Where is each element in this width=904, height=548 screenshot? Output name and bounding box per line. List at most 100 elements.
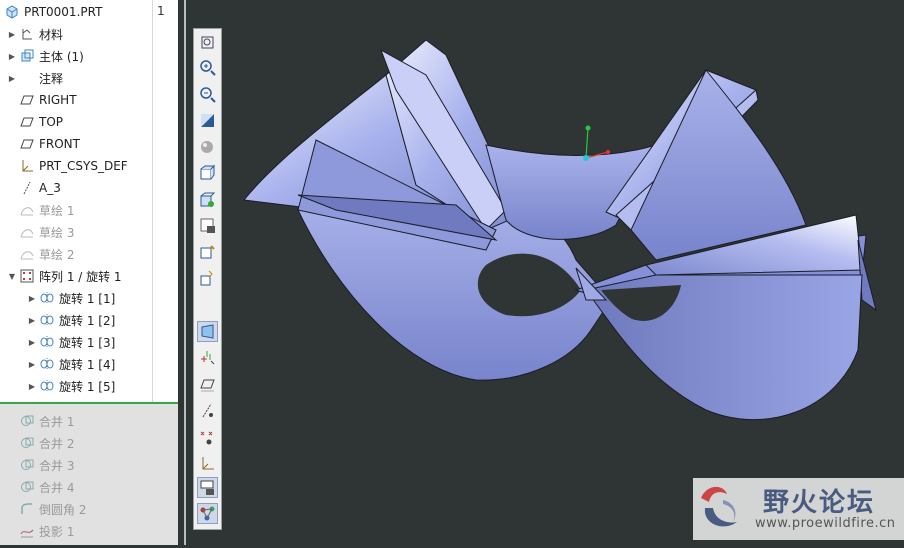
tree-item-label: 合并 2 (39, 436, 75, 451)
tree-item[interactable]: ▼ 阵列 1 / 旋转 1 (8, 265, 122, 287)
inactive-tree-item[interactable]: 合并 3 (8, 454, 74, 476)
tree-root-label: PRT0001.PRT (24, 5, 103, 19)
model-display-button[interactable] (197, 503, 218, 524)
appearance-icon (201, 141, 213, 153)
perspective-icon (201, 324, 214, 339)
tree-item[interactable]: ▶ 旋转 1 [4] (28, 353, 115, 375)
pattern-icon (19, 269, 35, 283)
tree-item[interactable]: ▶ 旋转 1 [1] (28, 287, 115, 309)
zoom-in-button[interactable] (197, 57, 218, 78)
tree-item-label: 草绘 1 (39, 203, 75, 218)
view-manager-icon (200, 218, 215, 233)
point-display-button[interactable] (197, 427, 218, 448)
merge-icon (19, 480, 35, 494)
round-icon (19, 502, 35, 516)
display-style-button[interactable] (197, 162, 218, 183)
inactive-tree-item[interactable]: 合并 4 (8, 476, 74, 498)
named-view-button[interactable] (197, 242, 218, 263)
inactive-tree-item[interactable]: 合并 2 (8, 432, 74, 454)
tree-item[interactable]: 草绘 3 (8, 221, 74, 243)
watermark-url: www.proewildfire.cn (755, 516, 896, 531)
tree-item[interactable]: FRONT (8, 133, 80, 155)
tree-column-header[interactable]: 1 (157, 4, 165, 18)
spin-center-button[interactable] (197, 347, 218, 368)
refit-button[interactable] (197, 32, 218, 53)
spin-center-icon (201, 351, 215, 365)
axis-display-icon (202, 403, 213, 418)
view-manager-button[interactable] (197, 215, 218, 236)
saved-views-icon (200, 192, 216, 207)
model-surface-render (243, 39, 877, 421)
graphics-viewport[interactable] (186, 0, 904, 545)
plane-display-button[interactable] (197, 374, 218, 395)
tree-column-divider (152, 0, 153, 402)
expand-caret-icon[interactable]: ▶ (28, 294, 36, 303)
tree-item[interactable]: 草绘 1 (8, 199, 74, 221)
annotation-display-icon (200, 480, 214, 495)
zoom-in-icon (200, 60, 216, 76)
sketch-icon (19, 247, 35, 261)
tree-item[interactable]: ▶ 旋转 1 [2] (28, 309, 115, 331)
expand-caret-icon[interactable]: ▶ (8, 74, 16, 83)
tree-item[interactable]: ▶ 旋转 1 [3] (28, 331, 115, 353)
csys-display-button[interactable] (197, 453, 218, 474)
tree-root[interactable]: PRT0001.PRT (4, 1, 102, 23)
sketch-icon (19, 203, 35, 217)
tree-item[interactable]: ▶ 旋转 1 [5] (28, 375, 115, 397)
tree-item[interactable]: ▶ 主体 (1) (8, 45, 84, 67)
expand-caret-icon[interactable]: ▶ (8, 30, 16, 39)
repaint-icon (201, 114, 214, 127)
annotation-display-button[interactable] (197, 477, 218, 498)
inactive-tree-item[interactable]: 倒圆角 2 (8, 498, 86, 520)
perspective-button[interactable] (197, 321, 218, 342)
tree-item-label: 阵列 1 / 旋转 1 (39, 269, 122, 284)
expand-caret-icon[interactable]: ▶ (28, 338, 36, 347)
zoom-out-icon (200, 87, 216, 103)
refit-icon (201, 36, 214, 49)
datum-plane-icon (19, 137, 35, 151)
saved-views-button[interactable] (197, 189, 218, 210)
tree-item-label: 倒圆角 2 (39, 502, 87, 517)
reorient-button[interactable] (197, 268, 218, 289)
appearance-button[interactable] (197, 136, 218, 157)
part-icon (4, 5, 20, 19)
model-tree-panel: PRT0001.PRT 1 ▶ 材料 ▶ 主体 (1) ▶ 注释 RIGHT TOP FRONT… (0, 0, 178, 545)
tree-item[interactable]: TOP (8, 111, 63, 133)
expand-caret-icon[interactable]: ▶ (8, 52, 16, 61)
display-style-icon (200, 164, 216, 180)
tree-item-label: 旋转 1 [4] (59, 357, 116, 372)
tree-item[interactable]: 草绘 2 (8, 243, 74, 265)
tree-item-label: 旋转 1 [2] (59, 313, 116, 328)
tree-item-label: RIGHT (39, 93, 77, 107)
tree-item[interactable]: A_3 (8, 177, 61, 199)
expand-caret-icon[interactable]: ▶ (28, 382, 36, 391)
reorient-icon (200, 270, 213, 286)
datum-axis-icon (19, 181, 35, 195)
csys-display-icon (202, 457, 214, 470)
axis-display-button[interactable] (197, 400, 218, 421)
tree-item[interactable]: RIGHT (8, 89, 77, 111)
merge-icon (19, 458, 35, 472)
material-icon (19, 27, 35, 41)
datum-plane-icon (19, 93, 35, 107)
revolve-icon (39, 313, 55, 327)
expand-caret-icon[interactable]: ▶ (28, 360, 36, 369)
collapse-caret-icon[interactable]: ▼ (8, 272, 16, 281)
tree-item[interactable]: ▶ 注释 (8, 67, 63, 89)
expand-caret-icon[interactable]: ▶ (28, 316, 36, 325)
forum-logo (701, 486, 737, 527)
tree-item-label: 合并 1 (39, 414, 75, 429)
tree-item-label: 合并 4 (39, 480, 75, 495)
tree-item[interactable]: ▶ 材料 (8, 23, 63, 45)
tree-item[interactable]: PRT_CSYS_DEF (8, 155, 128, 177)
zoom-out-button[interactable] (197, 84, 218, 105)
repaint-button[interactable] (197, 110, 218, 131)
inactive-tree-item[interactable]: 合并 1 (8, 410, 74, 432)
inactive-tree-item[interactable]: 投影 1 (8, 520, 74, 542)
tree-item-label: 材料 (39, 27, 64, 42)
watermark-title: 野火论坛 (763, 488, 876, 518)
revolve-icon (39, 379, 55, 393)
revolve-icon (39, 335, 55, 349)
tree-item-label: TOP (39, 115, 64, 129)
named-view-icon (200, 245, 215, 259)
